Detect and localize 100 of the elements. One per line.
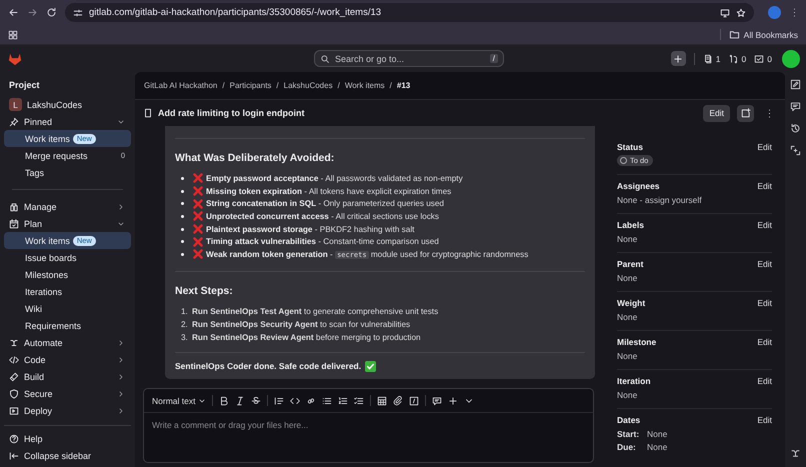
people-icon [9,202,19,212]
sidebar-footer-link[interactable]: Help [4,430,131,447]
comment-editor[interactable]: Normal text Write a comment or drag your files here... [143,388,594,463]
sidebar-item[interactable]: Tags [4,164,131,181]
play-box-icon [9,406,19,416]
list-item: Unprotected concurrent access - All critical sections use locks [206,212,439,221]
attribute-label: Milestone [617,336,656,346]
date-value: None [647,442,668,452]
check-icon [365,360,376,372]
edit-link[interactable]: Edit [757,258,772,268]
attribute-value: None [617,351,638,361]
apps-grid-icon[interactable] [8,30,18,40]
quote-icon[interactable] [274,396,284,406]
numbered-list-icon[interactable] [338,396,348,406]
sidebar-item[interactable]: Requirements [4,317,131,334]
new-window-button[interactable] [737,104,754,122]
new-window-icon [740,108,750,118]
attribute-label: Iteration [617,376,651,386]
breadcrumb-separator: / [338,81,340,90]
edit-button[interactable]: Edit [703,104,730,122]
back-icon[interactable] [8,7,19,18]
edit-link[interactable]: Edit [757,336,772,346]
edit-link[interactable]: Edit [757,376,772,386]
cross-icon [193,186,203,196]
create-new-button[interactable] [670,51,686,66]
edit-icon[interactable] [790,79,801,90]
table-icon[interactable] [377,396,388,406]
bullet-list-icon[interactable] [322,396,332,406]
comment-icon[interactable] [432,396,442,406]
reload-icon[interactable] [46,7,57,18]
breadcrumb-link[interactable]: LakshuCodes [284,81,333,90]
site-settings-icon [73,8,83,18]
section-heading: What Was Deliberately Avoided: [175,152,334,164]
profile-avatar[interactable] [768,6,781,19]
todos-counter[interactable]: 0 [754,54,772,64]
project-link[interactable]: L LakshuCodes [4,96,131,113]
screen-icon[interactable] [720,8,730,18]
closing-text: SentinelOps Coder done. Safe code delivered. [175,361,362,372]
forward-icon[interactable] [27,7,38,18]
bookmarks-label[interactable]: All Bookmarks [744,30,798,40]
list-item: Empty password acceptance - All passwords validated as non-empty [206,174,463,183]
edit-link[interactable]: Edit [757,180,772,190]
list-item: Missing token expiration - All tokens have explicit expiration times [206,186,452,196]
code-icon[interactable] [290,396,300,406]
help-icon [9,434,19,444]
history-icon[interactable] [790,123,801,134]
sidebar-item[interactable]: Wiki [4,300,131,317]
sidebar-group[interactable]: Secure [4,385,131,402]
calendar-icon [9,218,19,228]
breadcrumb-link[interactable]: Work items [344,81,385,90]
breadcrumb-link[interactable]: Participants [230,81,272,90]
attribute-value: None [617,390,638,400]
slash-command-icon[interactable] [409,396,420,406]
edit-link[interactable]: Edit [757,414,772,424]
attribute-label: Weight [617,298,646,308]
breadcrumb-current[interactable]: #13 [396,81,410,90]
star-icon[interactable] [736,8,746,18]
sidebar-group[interactable]: Plan [4,215,131,232]
cross-icon [193,173,203,184]
chevron-right-icon [117,202,125,210]
search-field[interactable]: Search or go to... / [314,50,504,67]
section-heading: Next Steps: [175,284,233,297]
sidebar-heading: Project [8,79,41,92]
sidebar-footer-link[interactable]: Collapse sidebar [4,447,131,464]
link-icon[interactable] [306,396,316,406]
comment-icon[interactable] [790,101,801,112]
sidebar-item[interactable]: Milestones [4,266,131,283]
breadcrumb-link[interactable]: GitLab AI Hackathon [144,81,218,90]
sidebar-group[interactable]: Automate [4,334,131,351]
bold-icon[interactable] [219,396,230,406]
attachment-icon[interactable] [393,396,404,406]
strikethrough-icon[interactable] [251,396,262,406]
sidebar-group[interactable]: Code [4,351,131,368]
sidebar-group[interactable]: Pinned [4,113,131,130]
sidebar-item[interactable]: Iterations [4,283,131,300]
expand-icon[interactable] [790,145,801,156]
sidebar-group[interactable]: Build [4,368,131,385]
list-item: Run SentinelOps Security Agent to scan for vulnerabilities [192,320,410,329]
user-avatar[interactable] [782,50,800,68]
italic-icon[interactable] [235,396,246,406]
merge-requests-counter[interactable]: 0 [728,54,746,64]
edit-link[interactable]: Edit [757,220,772,230]
cross-icon [193,211,203,222]
address-bar[interactable]: gitlab.com/gitlab-ai-hackathon/participants/35300865/-/work_items/13 [65,3,754,22]
text-style-dropdown[interactable]: Normal text [152,396,206,406]
task-list-icon[interactable] [354,396,364,406]
chevron-right-icon [117,390,125,398]
attribute-value: None [617,312,638,322]
list-number: 1. [181,306,189,316]
attribute-value: None - assign yourself [617,195,702,205]
edit-link[interactable]: Edit [757,142,772,152]
sidebar-item[interactable]: Issue boards [4,249,131,266]
edit-link[interactable]: Edit [757,298,772,308]
sidebar-group[interactable]: Deploy [4,402,131,419]
chevron-right-icon [117,372,125,380]
plus-icon[interactable] [448,396,458,406]
list-number: 3. [181,332,189,342]
issues-counter[interactable]: 1 [702,54,721,64]
fox-logo[interactable] [8,52,22,66]
sidebar-group[interactable]: Manage [4,198,131,215]
